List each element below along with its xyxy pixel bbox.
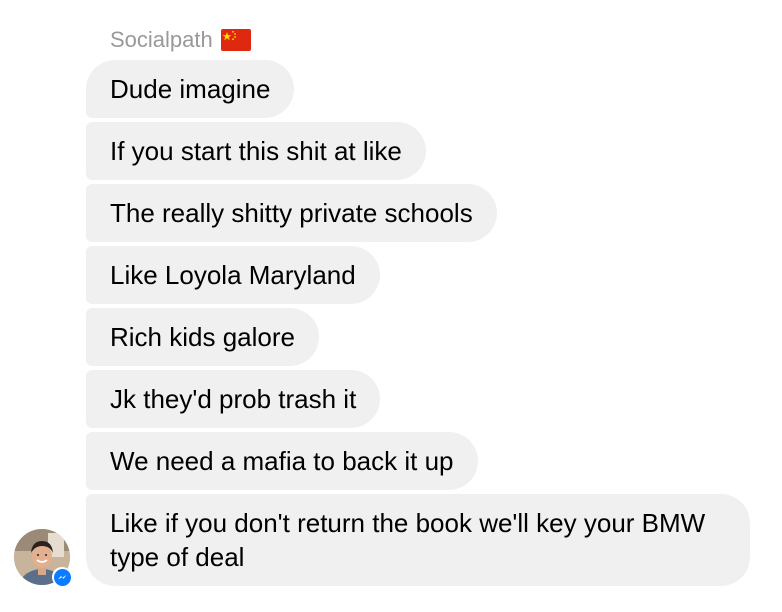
sender-header: Socialpath: [110, 26, 251, 54]
message-bubble[interactable]: Like if you don't return the book we'll …: [86, 494, 750, 586]
message-bubble[interactable]: Jk they'd prob trash it: [86, 370, 381, 428]
china-flag-icon: [220, 29, 251, 51]
message-bubble[interactable]: Dude imagine: [86, 60, 295, 118]
message-bubble[interactable]: Like Loyola Maryland: [86, 246, 380, 304]
message-group: Dude imagine If you start this shit at l…: [86, 60, 750, 586]
messenger-badge-icon: [52, 567, 72, 587]
message-bubble[interactable]: If you start this shit at like: [86, 122, 426, 180]
sender-name: Socialpath: [110, 27, 213, 52]
sender-avatar-container[interactable]: [14, 529, 72, 587]
message-bubble[interactable]: We need a mafia to back it up: [86, 432, 478, 490]
message-bubble[interactable]: Rich kids galore: [86, 308, 319, 366]
message-bubble[interactable]: The really shitty private schools: [86, 184, 497, 242]
